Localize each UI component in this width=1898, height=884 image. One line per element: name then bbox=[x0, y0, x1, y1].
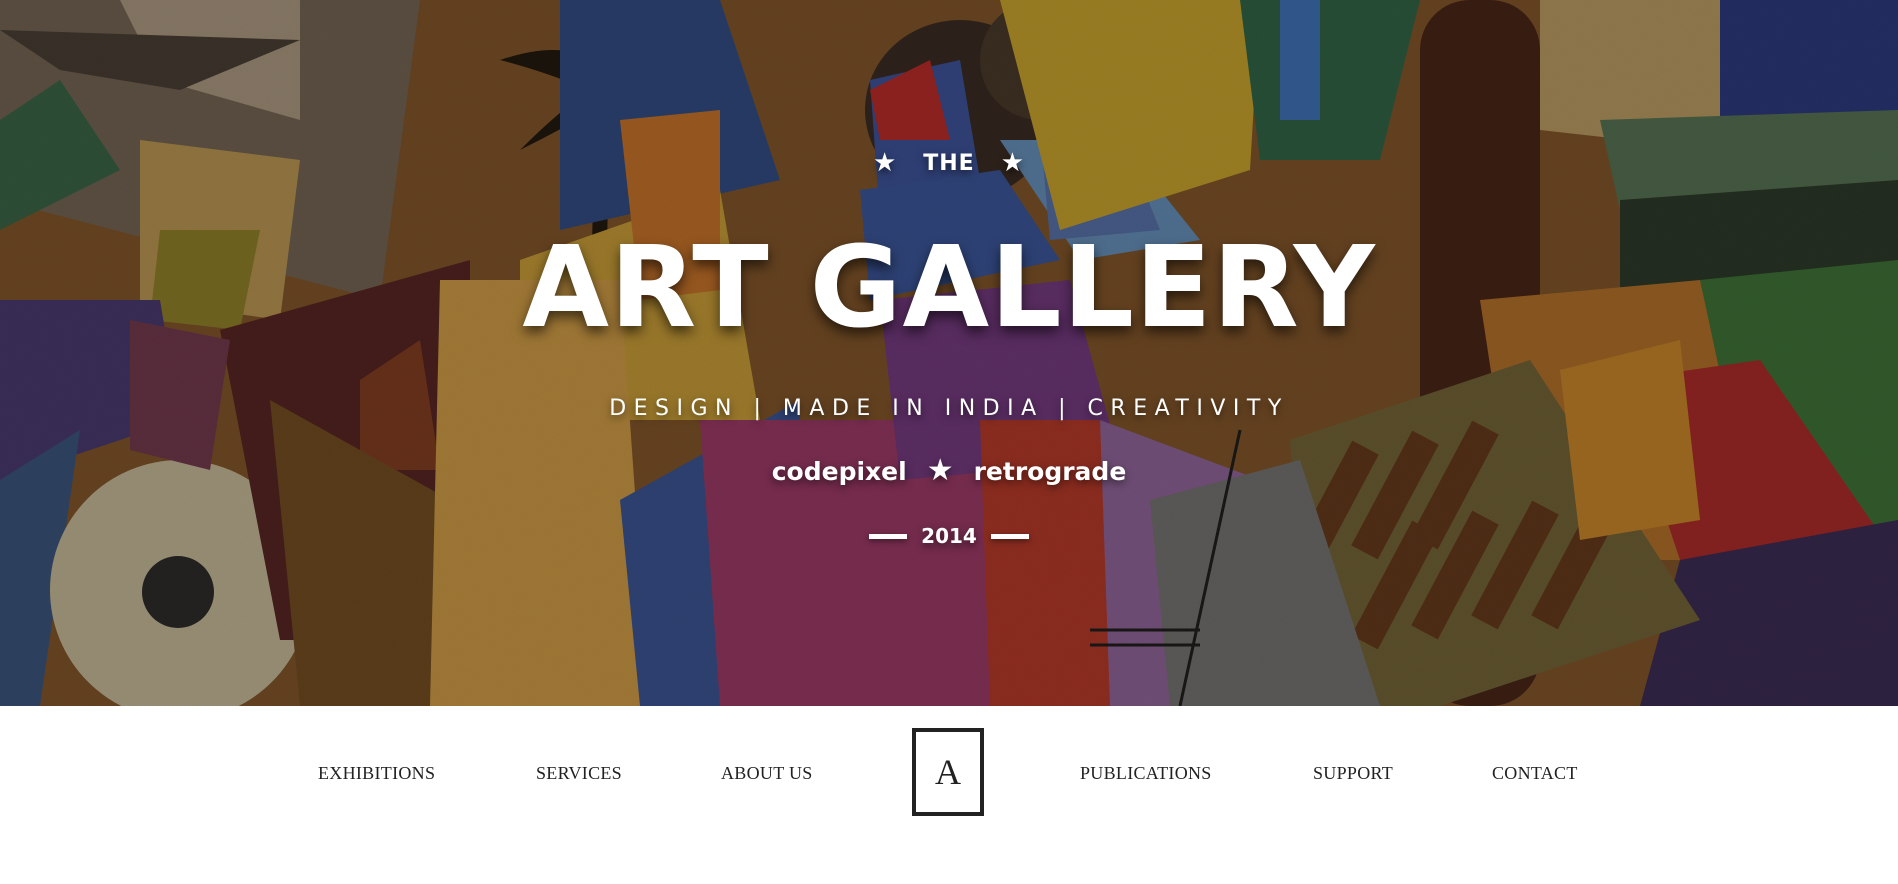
dash-divider bbox=[869, 533, 908, 539]
year-row: 2014 bbox=[0, 524, 1898, 548]
brand-left: codepixel bbox=[771, 456, 907, 486]
logo-letter: A bbox=[935, 752, 961, 792]
brand-row: codepixel ★ retrograde bbox=[0, 456, 1898, 486]
nav-link-publications[interactable]: PUBLICATIONS bbox=[1080, 763, 1212, 784]
hero-content: ★ THE ★ ART GALLERY DESIGN | MADE IN IND… bbox=[0, 0, 1898, 706]
pretitle: THE bbox=[923, 150, 975, 176]
star-icon: ★ bbox=[926, 453, 954, 488]
hero-title: ART GALLERY bbox=[522, 223, 1376, 353]
star-icon: ★ bbox=[1000, 148, 1026, 178]
hero-tagline: DESIGN | MADE IN INDIA | CREATIVITY bbox=[609, 396, 1289, 421]
nav-link-support[interactable]: SUPPORT bbox=[1313, 763, 1393, 784]
nav-link-about-us[interactable]: ABOUT US bbox=[721, 763, 813, 784]
nav-link-services[interactable]: SERVICES bbox=[536, 763, 622, 784]
logo[interactable]: A bbox=[912, 728, 984, 816]
year: 2014 bbox=[921, 524, 977, 548]
star-icon: ★ bbox=[872, 148, 898, 178]
nav-link-exhibitions[interactable]: EXHIBITIONS bbox=[318, 763, 435, 784]
brand-right: retrograde bbox=[973, 456, 1127, 486]
dash-divider bbox=[990, 533, 1029, 539]
main-navigation: EXHIBITIONS SERVICES ABOUT US A PUBLICAT… bbox=[0, 706, 1898, 884]
nav-link-contact[interactable]: CONTACT bbox=[1492, 763, 1578, 784]
pretitle-row: ★ THE ★ bbox=[0, 150, 1898, 176]
hero-banner: ★ THE ★ ART GALLERY DESIGN | MADE IN IND… bbox=[0, 0, 1898, 706]
